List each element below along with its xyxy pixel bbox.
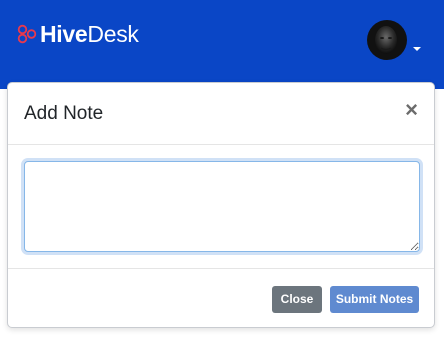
hive-logo-icon <box>17 24 37 44</box>
close-icon[interactable]: × <box>405 98 418 122</box>
hivedesk-logo[interactable]: Hive Desk <box>17 20 139 48</box>
note-textarea[interactable] <box>24 161 420 252</box>
modal-footer: Close Submit Notes <box>8 268 434 329</box>
user-avatar[interactable] <box>367 20 407 60</box>
modal-title: Add Note <box>24 103 104 124</box>
brand-name-bold: Hive <box>40 21 88 47</box>
brand-name-light: Desk <box>87 21 139 47</box>
modal-header: Add Note × <box>8 83 434 145</box>
app-header: Hive Desk <box>0 0 444 89</box>
close-button[interactable]: Close <box>272 286 322 313</box>
submit-notes-button[interactable]: Submit Notes <box>330 286 419 313</box>
caret-down-icon[interactable] <box>413 47 421 51</box>
add-note-modal: Add Note × Close Submit Notes <box>7 82 435 328</box>
user-menu[interactable] <box>367 20 421 60</box>
